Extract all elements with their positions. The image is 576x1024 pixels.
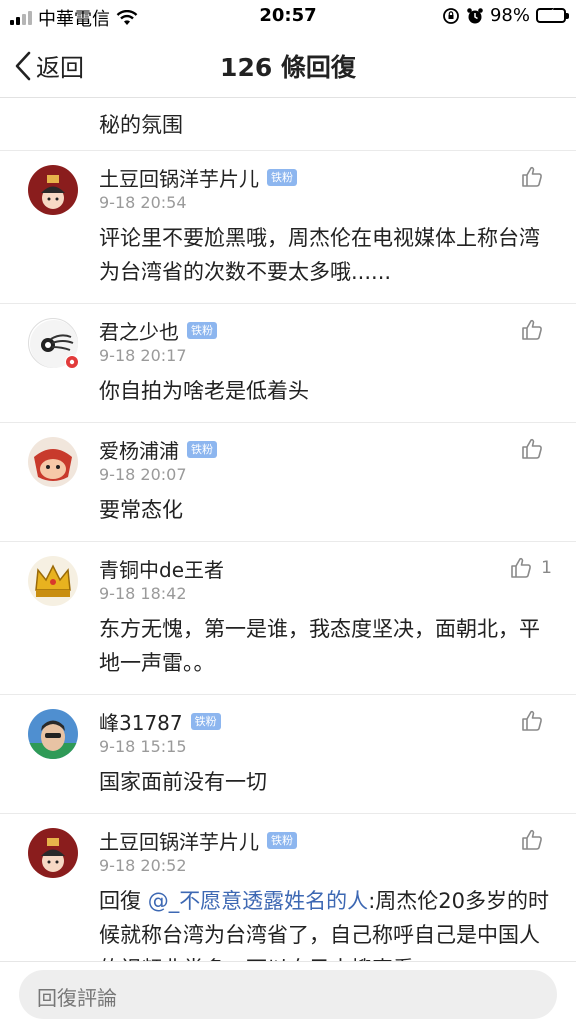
avatar[interactable] bbox=[28, 556, 78, 606]
username[interactable]: 峰31787 bbox=[99, 707, 183, 736]
thumbs-up-icon bbox=[522, 319, 542, 340]
navigation-bar: 返回 126 條回復 bbox=[0, 34, 576, 98]
comment-time: 9-18 20:54 bbox=[99, 193, 187, 212]
mention-link[interactable]: @_不愿意透露姓名的人 bbox=[148, 889, 369, 913]
username[interactable]: 君之少也 bbox=[99, 316, 179, 345]
comment-text: 回復 @_不愿意透露姓名的人:周杰伦20多岁的时候就称台湾为台湾省了，自己称呼自… bbox=[99, 884, 560, 961]
comment-item[interactable]: 君之少也 铁粉 9-18 20:17 你自拍为啥老是低着头 bbox=[0, 304, 576, 423]
comment-time: 9-18 20:52 bbox=[99, 856, 187, 875]
avatar[interactable] bbox=[28, 828, 78, 878]
comment-item[interactable]: 峰31787 铁粉 9-18 15:15 国家面前没有一切 bbox=[0, 695, 576, 814]
like-button[interactable] bbox=[520, 828, 552, 852]
page-title: 126 條回復 bbox=[220, 53, 356, 82]
previous-comment-fragment: 秘的氛围 bbox=[0, 99, 576, 151]
comment-text: 你自拍为啥老是低着头 bbox=[99, 379, 309, 403]
reply-bar: 回復評論 bbox=[0, 961, 576, 1024]
battery-icon: ⚡ bbox=[536, 7, 569, 23]
comment-text: 要常态化 bbox=[99, 498, 183, 522]
reply-input[interactable]: 回復評論 bbox=[19, 970, 557, 1019]
fan-badge: 铁粉 bbox=[187, 440, 217, 458]
fan-badge: 铁粉 bbox=[187, 321, 217, 339]
comment-time: 9-18 18:42 bbox=[99, 584, 187, 603]
comment-item[interactable]: 土豆回锅洋芋片儿 铁粉 9-18 20:52 回復 @_不愿意透露姓名的人:周杰… bbox=[0, 814, 576, 961]
comment-text: 国家面前没有一切 bbox=[99, 770, 267, 794]
comment-item[interactable]: 土豆回锅洋芋片儿 铁粉 9-18 20:54 评论里不要尬黑哦，周杰伦在电视媒体… bbox=[0, 151, 576, 304]
comment-time: 9-18 20:07 bbox=[99, 465, 187, 484]
comment-text: 评论里不要尬黑哦，周杰伦在电视媒体上称台湾为台湾省的次数不要太多哦...... bbox=[99, 226, 540, 284]
alarm-icon bbox=[467, 7, 483, 23]
like-button[interactable] bbox=[520, 318, 552, 342]
like-button[interactable]: 1 bbox=[509, 556, 552, 580]
avatar[interactable] bbox=[28, 709, 78, 759]
username[interactable]: 爱杨浦浦 bbox=[99, 435, 179, 464]
thumbs-up-icon bbox=[511, 557, 532, 578]
avatar[interactable] bbox=[28, 318, 79, 369]
avatar[interactable] bbox=[28, 165, 78, 215]
fan-badge: 铁粉 bbox=[267, 831, 297, 849]
comment-time: 9-18 20:17 bbox=[99, 346, 187, 365]
fan-badge: 铁粉 bbox=[190, 712, 221, 730]
comment-text: 东方无愧，第一是谁，我态度坚决，面朝北，平地一声雷。。 bbox=[99, 617, 540, 675]
thumbs-up-icon bbox=[522, 829, 542, 850]
comment-item[interactable]: 爱杨浦浦 铁粉 9-18 20:07 要常态化 bbox=[0, 423, 576, 542]
comment-item[interactable]: 青铜中de王者 9-18 18:42 东方无愧，第一是谁，我态度坚决，面朝北，平… bbox=[0, 542, 576, 695]
thumbs-up-icon bbox=[522, 438, 542, 459]
username[interactable]: 土豆回锅洋芋片儿 bbox=[99, 163, 259, 192]
like-button[interactable] bbox=[520, 709, 552, 733]
orientation-lock-icon bbox=[443, 7, 459, 24]
username[interactable]: 青铜中de王者 bbox=[99, 554, 224, 583]
comment-list[interactable]: 秘的氛围 土豆回锅洋芋片儿 铁粉 9-18 20:54 评论里不要尬黑哦，周杰伦… bbox=[0, 99, 576, 961]
username[interactable]: 土豆回锅洋芋片儿 bbox=[99, 826, 259, 855]
like-count: 1 bbox=[541, 558, 552, 578]
fan-badge: 铁粉 bbox=[267, 168, 297, 186]
like-button[interactable] bbox=[520, 165, 552, 189]
thumbs-up-icon bbox=[522, 710, 542, 731]
status-bar: 中華電信 20:57 98% ⚡ bbox=[0, 0, 576, 34]
avatar[interactable] bbox=[28, 437, 78, 487]
like-button[interactable] bbox=[520, 437, 552, 461]
battery-percent: 98% bbox=[489, 5, 530, 26]
thumbs-up-icon bbox=[522, 166, 542, 187]
comment-time: 9-18 15:15 bbox=[99, 737, 187, 756]
reply-prefix: 回復 bbox=[99, 889, 141, 913]
